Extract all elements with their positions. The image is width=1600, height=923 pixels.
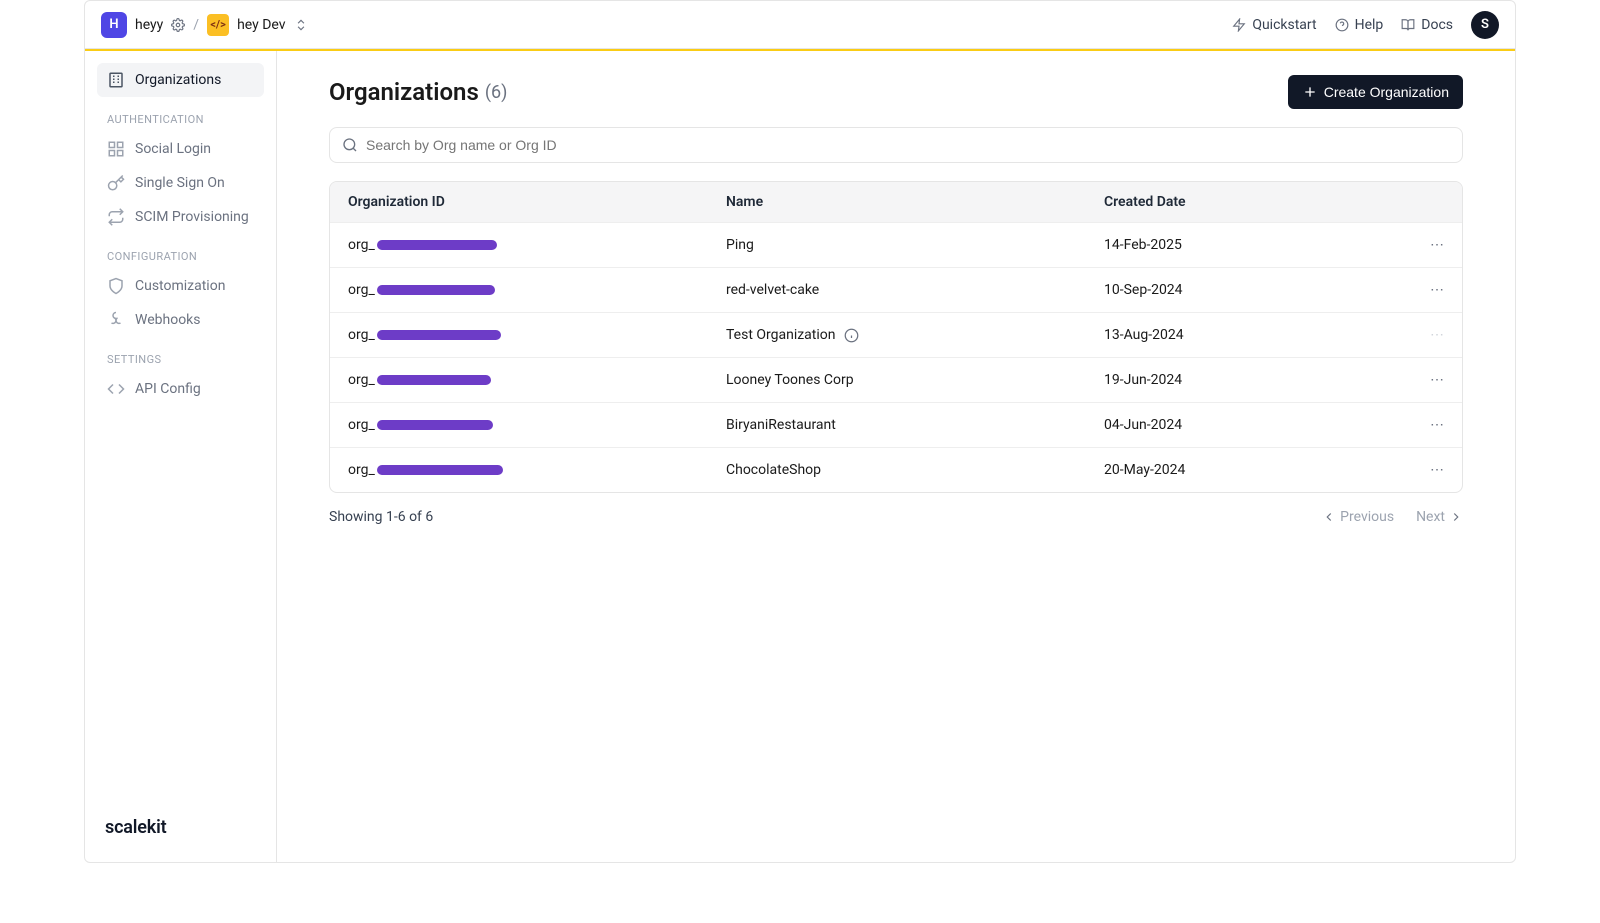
col-org-id: Organization ID	[348, 194, 726, 210]
help-icon	[1335, 18, 1349, 32]
redacted-bar	[377, 330, 501, 340]
previous-button[interactable]: Previous	[1322, 509, 1394, 525]
sidebar-item-customization[interactable]: Customization	[97, 269, 264, 303]
table-row[interactable]: org_ChocolateShop20-May-2024⋯	[330, 447, 1462, 492]
arrows-icon	[107, 208, 125, 226]
organizations-table: Organization ID Name Created Date org_Pi…	[329, 181, 1463, 493]
col-created: Created Date	[1104, 194, 1384, 210]
topbar: H heyy / </> hey Dev Quickstart Help Doc…	[85, 1, 1515, 49]
row-actions-button[interactable]: ⋯	[1384, 462, 1444, 478]
cell-date: 20-May-2024	[1104, 462, 1384, 478]
table-row[interactable]: org_red-velvet-cake10-Sep-2024⋯	[330, 267, 1462, 312]
cell-org-id: org_	[348, 372, 726, 388]
redacted-bar	[377, 285, 495, 295]
table-row[interactable]: org_BiryaniRestaurant04-Jun-2024⋯	[330, 402, 1462, 447]
sidebar-section-config: CONFIGURATION	[97, 234, 264, 269]
redacted-bar	[377, 465, 503, 475]
page-count: (6)	[485, 82, 508, 103]
shield-icon	[107, 277, 125, 295]
search-icon	[342, 137, 358, 153]
table-row[interactable]: org_Looney Toones Corp19-Jun-2024⋯	[330, 357, 1462, 402]
sidebar-item-organizations[interactable]: Organizations	[97, 63, 264, 97]
app-badge[interactable]: H	[101, 12, 127, 38]
row-actions-button[interactable]: ⋯	[1384, 282, 1444, 298]
quickstart-link[interactable]: Quickstart	[1232, 17, 1316, 33]
search-input-wrap[interactable]	[329, 127, 1463, 163]
sidebar-item-label: Organizations	[135, 72, 221, 88]
redacted-bar	[377, 420, 493, 430]
info-icon[interactable]	[844, 328, 859, 343]
avatar[interactable]: S	[1471, 11, 1499, 39]
page-title: Organizations	[329, 78, 479, 106]
cell-name: Ping	[726, 237, 1104, 253]
breadcrumb-slash: /	[193, 17, 199, 33]
brand-logo: scalekit	[97, 805, 264, 850]
sidebar-item-label: API Config	[135, 381, 201, 397]
cell-date: 14-Feb-2025	[1104, 237, 1384, 253]
help-link[interactable]: Help	[1335, 17, 1384, 33]
sidebar-item-label: Social Login	[135, 141, 211, 157]
cell-name: Test Organization	[726, 327, 1104, 343]
sidebar-item-label: Single Sign On	[135, 175, 225, 191]
sidebar-item-label: Customization	[135, 278, 225, 294]
cell-name: BiryaniRestaurant	[726, 417, 1104, 433]
row-actions-button[interactable]: ⋯	[1384, 417, 1444, 433]
table-row[interactable]: org_Ping14-Feb-2025⋯	[330, 222, 1462, 267]
sidebar-item-api-config[interactable]: API Config	[97, 372, 264, 406]
cell-name: ChocolateShop	[726, 462, 1104, 478]
webhook-icon	[107, 311, 125, 329]
redacted-bar	[377, 375, 491, 385]
cell-name: Looney Toones Corp	[726, 372, 1104, 388]
cell-org-id: org_	[348, 237, 726, 253]
chevron-updown-icon[interactable]	[294, 18, 308, 32]
row-actions-button: ⋯	[1384, 327, 1444, 343]
row-actions-button[interactable]: ⋯	[1384, 237, 1444, 253]
cell-name: red-velvet-cake	[726, 282, 1104, 298]
sidebar-item-label: Webhooks	[135, 312, 201, 328]
table-row[interactable]: org_Test Organization13-Aug-2024⋯	[330, 312, 1462, 357]
cell-org-id: org_	[348, 462, 726, 478]
env-name[interactable]: hey Dev	[237, 17, 285, 33]
cell-date: 19-Jun-2024	[1104, 372, 1384, 388]
search-input[interactable]	[366, 137, 1450, 153]
grid-icon	[107, 140, 125, 158]
cell-org-id: org_	[348, 417, 726, 433]
row-actions-button[interactable]: ⋯	[1384, 372, 1444, 388]
showing-text: Showing 1-6 of 6	[329, 509, 433, 525]
cell-org-id: org_	[348, 327, 726, 343]
code-icon	[107, 380, 125, 398]
plus-icon	[1302, 84, 1318, 100]
cell-org-id: org_	[348, 282, 726, 298]
sidebar-item-webhooks[interactable]: Webhooks	[97, 303, 264, 337]
sidebar-section-auth: AUTHENTICATION	[97, 97, 264, 132]
col-name: Name	[726, 194, 1104, 210]
sidebar-item-label: SCIM Provisioning	[135, 209, 249, 225]
cell-date: 04-Jun-2024	[1104, 417, 1384, 433]
sidebar-item-sso[interactable]: Single Sign On	[97, 166, 264, 200]
key-icon	[107, 174, 125, 192]
main: Organizations (6) Create Organization Or…	[277, 51, 1515, 862]
cell-date: 10-Sep-2024	[1104, 282, 1384, 298]
table-header: Organization ID Name Created Date	[330, 182, 1462, 222]
code-icon: </>	[207, 14, 229, 36]
next-button[interactable]: Next	[1416, 509, 1463, 525]
book-icon	[1401, 18, 1415, 32]
building-icon	[107, 71, 125, 89]
sidebar-section-settings: SETTINGS	[97, 337, 264, 372]
redacted-bar	[377, 240, 497, 250]
gear-icon[interactable]	[171, 18, 185, 32]
chevron-right-icon	[1449, 510, 1463, 524]
cell-date: 13-Aug-2024	[1104, 327, 1384, 343]
docs-link[interactable]: Docs	[1401, 17, 1453, 33]
sidebar: Organizations AUTHENTICATION Social Logi…	[85, 51, 277, 862]
zap-icon	[1232, 18, 1246, 32]
sidebar-item-scim[interactable]: SCIM Provisioning	[97, 200, 264, 234]
create-organization-button[interactable]: Create Organization	[1288, 75, 1463, 109]
chevron-left-icon	[1322, 510, 1336, 524]
app-name[interactable]: heyy	[135, 17, 163, 33]
sidebar-item-social-login[interactable]: Social Login	[97, 132, 264, 166]
